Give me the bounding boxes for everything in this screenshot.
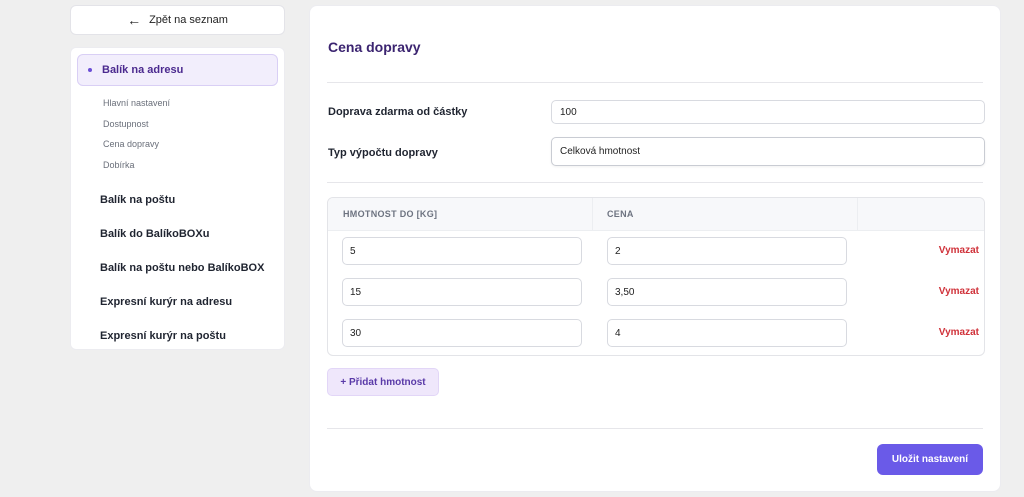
sidebar-item-express-post[interactable]: Expresní kurýr na poštu xyxy=(77,319,278,353)
table-row: 30 4 Vymazat xyxy=(328,319,984,355)
free-shipping-input[interactable]: 100 xyxy=(551,100,985,124)
subnav-item-main-settings[interactable]: Hlavní nastavení xyxy=(103,93,278,114)
weight-input[interactable]: 30 xyxy=(342,319,582,347)
weight-input[interactable]: 15 xyxy=(342,278,582,306)
sidebar-item-post-office[interactable]: Balík na poštu xyxy=(77,183,278,217)
save-settings-button[interactable]: Uložit nastavení xyxy=(877,444,983,475)
divider xyxy=(327,182,983,183)
divider xyxy=(327,82,983,83)
weight-price-table: HMOTNOST DO [KG] CENA 5 2 Vymazat 15 3,5… xyxy=(327,197,985,356)
price-input[interactable]: 2 xyxy=(607,237,847,265)
subnav-item-cod[interactable]: Dobírka xyxy=(103,155,278,176)
back-to-list-label: Zpět na seznam xyxy=(149,14,228,26)
table-header: HMOTNOST DO [KG] CENA xyxy=(328,198,984,231)
add-weight-button[interactable]: + Přidat hmotnost xyxy=(327,368,439,396)
sidebar-item-active[interactable]: Balík na adresu xyxy=(77,54,278,86)
price-input[interactable]: 4 xyxy=(607,319,847,347)
table-row: 5 2 Vymazat xyxy=(328,237,984,278)
active-dot-icon xyxy=(88,68,92,72)
sidebar-item-post-or-box[interactable]: Balík na poštu nebo BalíkoBOX xyxy=(77,251,278,285)
free-shipping-label: Doprava zdarma od částky xyxy=(328,106,468,118)
column-header-price: CENA xyxy=(607,209,634,219)
table-row: 15 3,50 Vymazat xyxy=(328,278,984,319)
calc-type-select[interactable]: Celková hmotnost xyxy=(551,137,985,166)
sidebar-nav: Balík na adresu Hlavní nastavení Dostupn… xyxy=(70,47,285,350)
delete-row-button[interactable]: Vymazat xyxy=(939,286,979,297)
sidebar-items: Balík na poštu Balík do BalíkoBOXu Balík… xyxy=(77,183,278,353)
sidebar-item-active-label: Balík na adresu xyxy=(102,64,184,76)
weight-input[interactable]: 5 xyxy=(342,237,582,265)
column-separator xyxy=(857,198,858,231)
sidebar-item-balikobox[interactable]: Balík do BalíkoBOXu xyxy=(77,217,278,251)
delete-row-button[interactable]: Vymazat xyxy=(939,245,979,256)
page-title: Cena dopravy xyxy=(328,39,421,55)
calc-type-label: Typ výpočtu dopravy xyxy=(328,147,438,159)
subnav-item-shipping-price[interactable]: Cena dopravy xyxy=(103,134,278,155)
shipping-price-panel: Cena dopravy Doprava zdarma od částky 10… xyxy=(309,5,1001,492)
delete-row-button[interactable]: Vymazat xyxy=(939,327,979,338)
arrow-left-icon: ← xyxy=(127,12,142,28)
subnav-item-availability[interactable]: Dostupnost xyxy=(103,114,278,135)
column-separator xyxy=(592,198,593,231)
sidebar-subnav: Hlavní nastavení Dostupnost Cena dopravy… xyxy=(77,93,278,175)
column-header-weight: HMOTNOST DO [KG] xyxy=(343,209,438,219)
back-to-list-button[interactable]: ← Zpět na seznam xyxy=(70,5,285,35)
price-input[interactable]: 3,50 xyxy=(607,278,847,306)
divider xyxy=(327,428,983,429)
sidebar-item-express-address[interactable]: Expresní kurýr na adresu xyxy=(77,285,278,319)
